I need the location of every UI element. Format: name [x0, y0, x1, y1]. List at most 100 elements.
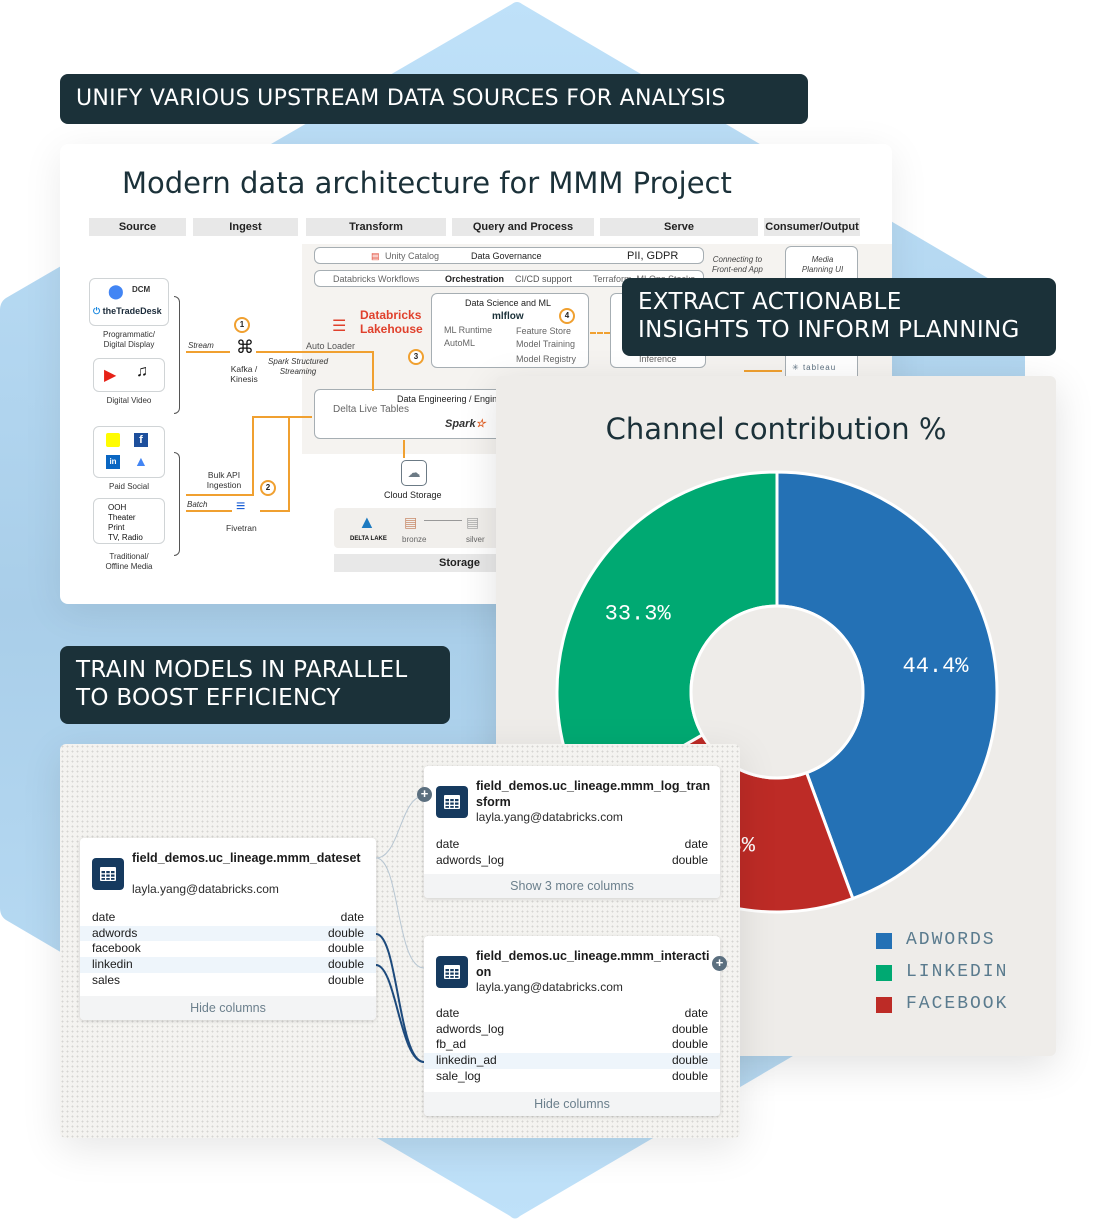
video-logos-box: ▶ ♫ — [93, 358, 165, 392]
bulk-api-line — [186, 494, 252, 496]
column-name: adwords — [92, 925, 138, 940]
column-name: adwords_log — [436, 1021, 505, 1036]
dcm-label: DCM — [132, 285, 151, 294]
bulk-line2: Ingestion — [206, 480, 242, 490]
silver-label: silver — [466, 535, 485, 544]
traditional-items: OOH Theater Print TV, Radio — [108, 503, 143, 543]
column-consumer-output: Consumer/Output — [764, 218, 860, 236]
architecture-title: Modern data architecture for MMM Project — [122, 166, 732, 200]
tableau-logo: ✳ tableau — [792, 363, 837, 372]
connect-line1: Connecting to — [712, 255, 763, 264]
hide-columns-button[interactable]: Hide columns — [80, 996, 376, 1020]
print-item: Print — [108, 523, 125, 532]
delta-live-tables-label: Delta Live Tables — [333, 404, 409, 415]
digital-video-label: Digital Video — [106, 396, 152, 405]
fivetran-line — [260, 510, 288, 512]
column-row[interactable]: adwords_log double — [424, 853, 720, 869]
bulk-api-rise — [252, 416, 254, 496]
governance-bar: ▤ Unity Catalog Data Governance PII, GDP… — [314, 247, 704, 264]
batch-label: Batch — [187, 500, 208, 509]
hide-columns-button[interactable]: Hide columns — [424, 1092, 720, 1116]
unity-catalog-icon: ▤ — [371, 251, 380, 261]
column-type: date — [684, 1006, 708, 1020]
step-3-badge: 3 — [408, 349, 424, 365]
banner-unify-sources: UNIFY VARIOUS UPSTREAM DATA SOURCES FOR … — [60, 74, 808, 124]
column-row[interactable]: adwords_log double — [424, 1022, 720, 1038]
column-row[interactable]: sales double — [80, 973, 376, 989]
fivetran-icon: ≡ — [236, 498, 246, 515]
expand-upstream-icon[interactable]: + — [417, 787, 432, 802]
cloud-storage-icon: ☁ — [401, 460, 427, 486]
column-row[interactable]: linkedin_ad double — [424, 1053, 720, 1069]
connecting-frontend-label: Connecting to Front-end App — [712, 255, 763, 275]
banner-unify-text: UNIFY VARIOUS UPSTREAM DATA SOURCES FOR … — [76, 86, 726, 111]
bronze-db-icon: ▤ — [404, 514, 418, 530]
column-type: double — [327, 957, 364, 972]
column-name: linkedin_ad — [436, 1053, 497, 1068]
tradedesk-logo: ⏻ theTradeDesk — [93, 306, 162, 316]
column-type: double — [327, 941, 364, 956]
data-engineering-box: Data Engineering / Engineering Delta Liv… — [314, 389, 522, 439]
youtube-icon: ▶ — [104, 367, 117, 384]
donut-label-linkedin: 33.3% — [605, 601, 672, 626]
batch-brace — [174, 452, 180, 556]
bulk-api-label: Bulk API Ingestion — [200, 470, 248, 490]
column-row[interactable]: adwords double — [80, 925, 376, 942]
legend-swatch-facebook — [876, 997, 892, 1013]
column-type: double — [671, 1053, 708, 1068]
traditional-label-line2: Offline Media — [105, 562, 153, 571]
table-card-mmm-log-transform[interactable]: field_demos.uc_lineage.mmm_log_transform… — [424, 766, 720, 898]
lakehouse-label: Databricks Lakehouse — [360, 308, 423, 336]
governance-detail: PII, GDPR — [627, 250, 679, 262]
column-row[interactable]: fb_ad double — [424, 1037, 720, 1053]
linkedin-icon: in — [106, 455, 120, 469]
edge-linkedin-to-linkedin-ad — [375, 964, 425, 1063]
feature-store-label: Feature Store — [516, 326, 572, 336]
lineage-graph-canvas[interactable]: field_demos.uc_lineage.mmm_dateset layla… — [60, 744, 740, 1138]
paid-social-label: Paid Social — [108, 482, 150, 491]
media-line2: Planning UI — [801, 265, 844, 274]
cicd-label: CI/CD support — [515, 274, 573, 284]
table-card-mmm-interaction[interactable]: field_demos.uc_lineage.mmm_interaction l… — [424, 936, 720, 1116]
automl-label: AutoML — [444, 338, 476, 348]
column-row[interactable]: linkedin double — [80, 957, 376, 973]
silver-db-icon: ▤ — [466, 514, 480, 530]
banner-train-line2: TO BOOST EFFICIENCY — [76, 685, 341, 711]
column-row[interactable]: date date — [424, 1006, 720, 1022]
dsml-to-serving-arrow — [590, 332, 610, 334]
media-line1: Media — [811, 255, 834, 264]
column-list: date date adwords_log double — [424, 837, 720, 868]
mlflow-logo: mlflow — [492, 311, 524, 322]
cloud-storage-arrow — [403, 440, 405, 458]
theater-item: Theater — [108, 513, 136, 522]
bronze-label: bronze — [402, 535, 427, 544]
spark-streaming-line2: Streaming — [279, 367, 317, 376]
column-row[interactable]: sale_log double — [424, 1069, 720, 1085]
table-name[interactable]: field_demos.uc_lineage.mmm_dateset — [132, 850, 372, 866]
spark-label: Spark — [445, 418, 476, 430]
lakehouse-label-line2: Lakehouse — [360, 322, 423, 336]
dsml-title: Data Science and ML — [465, 298, 552, 308]
spark-logo: Spark☆ — [445, 418, 486, 430]
traditional-label: Traditional/ Offline Media — [89, 552, 169, 572]
column-row[interactable]: date date — [424, 837, 720, 853]
column-type: date — [340, 910, 364, 924]
show-more-columns-button[interactable]: Show 3 more columns — [424, 874, 720, 898]
dsml-box: Data Science and ML mlflow ML Runtime Au… — [431, 293, 589, 368]
orchestration-label: Orchestration — [445, 274, 505, 284]
banner-extract-line1: EXTRACT ACTIONABLE — [638, 289, 902, 315]
traditional-box: OOH Theater Print TV, Radio — [93, 498, 165, 544]
ml-runtime-label: ML Runtime — [444, 325, 493, 335]
storage-label: Storage — [334, 554, 496, 572]
lakehouse-label-line1: Databricks — [360, 308, 422, 322]
column-row[interactable]: facebook double — [80, 941, 376, 957]
table-card-mmm-dateset[interactable]: field_demos.uc_lineage.mmm_dateset layla… — [80, 838, 376, 1020]
banner-train-line1: TRAIN MODELS IN PARALLEL — [76, 657, 408, 683]
expand-downstream-icon[interactable]: + — [712, 956, 727, 971]
table-name[interactable]: field_demos.uc_lineage.mmm_log_transform — [476, 778, 716, 810]
table-name[interactable]: field_demos.uc_lineage.mmm_interaction — [476, 948, 716, 980]
step-2-badge: 2 — [260, 480, 276, 496]
column-row[interactable]: date date — [80, 910, 376, 926]
column-type: double — [671, 852, 708, 867]
legend-swatch-linkedin — [876, 965, 892, 981]
